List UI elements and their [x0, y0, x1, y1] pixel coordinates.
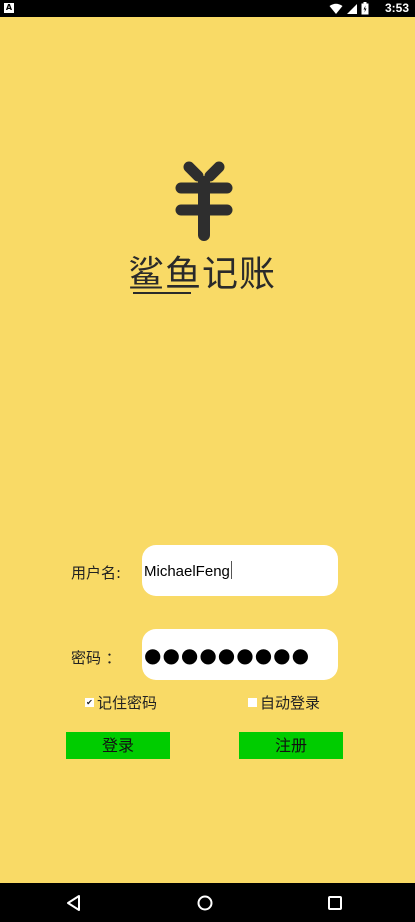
- username-input[interactable]: MichaelFeng: [142, 545, 338, 596]
- text-caret: [230, 561, 232, 579]
- navigation-bar: [0, 883, 415, 922]
- app-name-underline: [133, 292, 191, 294]
- username-value: MichaelFeng: [144, 561, 232, 580]
- remember-password-label: 记住密码: [97, 694, 158, 712]
- password-label: 密码 ：: [71, 649, 121, 667]
- clock: 3:53: [384, 1, 409, 15]
- home-icon[interactable]: [193, 891, 217, 915]
- back-icon[interactable]: [62, 891, 86, 915]
- auto-login-option[interactable]: 自动登录: [248, 692, 320, 713]
- remember-password-option[interactable]: ✔ 记住密码: [85, 692, 157, 713]
- login-button[interactable]: 登录: [66, 732, 170, 759]
- auto-login-checkbox[interactable]: [248, 698, 257, 707]
- register-button[interactable]: 注册: [239, 732, 343, 759]
- remember-password-checkbox[interactable]: ✔: [85, 698, 94, 707]
- yen-symbol-icon: [175, 161, 233, 241]
- status-bar: A 3:53: [0, 0, 415, 17]
- recents-icon[interactable]: [323, 891, 347, 915]
- password-masked-value: ●●●●●●●●●: [144, 643, 311, 667]
- wifi-icon: [329, 3, 343, 14]
- username-label: 用户名:: [71, 564, 122, 582]
- signal-icon: [347, 3, 357, 14]
- auto-login-label: 自动登录: [260, 694, 321, 712]
- a-notification-icon: A: [4, 3, 14, 13]
- system-icons: [329, 2, 369, 15]
- password-input[interactable]: ●●●●●●●●●: [142, 629, 338, 680]
- battery-icon: [361, 2, 369, 15]
